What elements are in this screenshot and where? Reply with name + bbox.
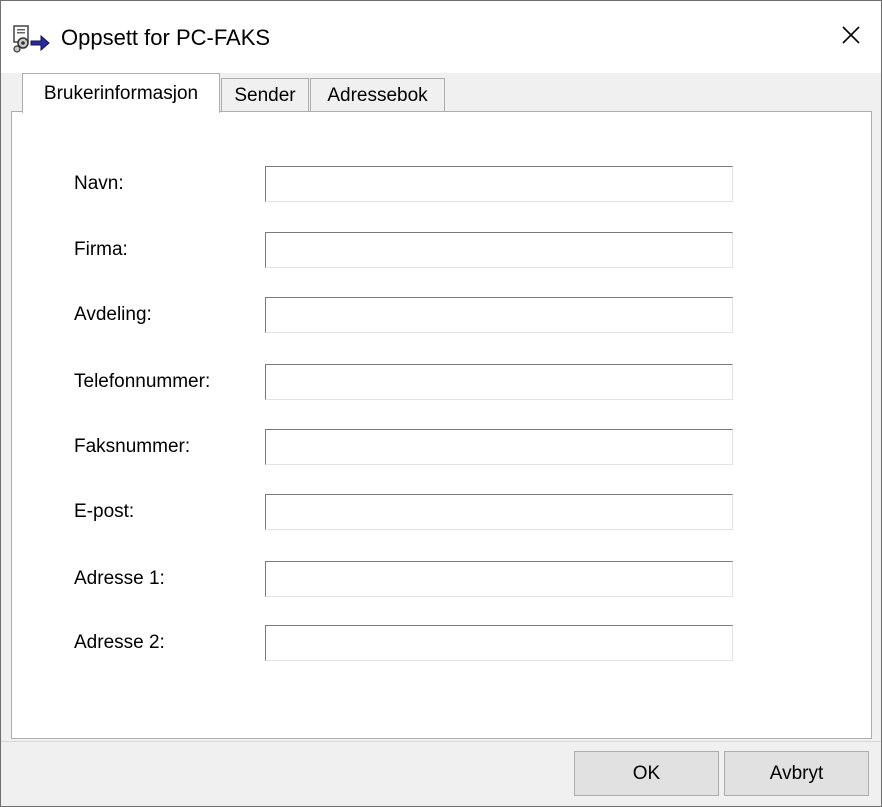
ok-button[interactable]: OK bbox=[574, 751, 719, 796]
window-title: Oppsett for PC-FAKS bbox=[61, 25, 271, 50]
cancel-button[interactable]: Avbryt bbox=[724, 751, 869, 796]
department-input[interactable] bbox=[265, 297, 733, 333]
divider bbox=[1, 741, 881, 742]
address2-input[interactable] bbox=[265, 625, 733, 661]
fax-number-label: Faksnummer: bbox=[74, 436, 191, 457]
fax-number-input[interactable] bbox=[265, 429, 733, 465]
tab-brukerinformasjon[interactable]: Brukerinformasjon bbox=[22, 73, 220, 113]
name-label: Navn: bbox=[74, 173, 124, 194]
address1-label: Adresse 1: bbox=[74, 568, 165, 589]
address2-label: Adresse 2: bbox=[74, 632, 165, 653]
tab-sender[interactable]: Sender bbox=[221, 78, 309, 112]
phone-label: Telefonnummer: bbox=[74, 371, 211, 392]
phone-input[interactable] bbox=[265, 364, 733, 400]
close-button[interactable] bbox=[821, 1, 881, 73]
pc-fax-setup-dialog: Oppsett for PC-FAKS Brukerinformasjon Se… bbox=[0, 0, 882, 807]
user-info-panel: Navn: Firma: Avdeling: Telefonnummer: Fa… bbox=[11, 111, 872, 739]
tab-adressebok[interactable]: Adressebok bbox=[310, 78, 445, 112]
address1-input[interactable] bbox=[265, 561, 733, 597]
name-input[interactable] bbox=[265, 166, 733, 202]
tab-strip: Brukerinformasjon Sender Adressebok bbox=[1, 73, 881, 113]
company-label: Firma: bbox=[74, 239, 128, 260]
company-input[interactable] bbox=[265, 232, 733, 268]
fax-setup-icon bbox=[11, 23, 51, 55]
email-label: E-post: bbox=[74, 501, 135, 522]
title-bar[interactable]: Oppsett for PC-FAKS bbox=[1, 1, 881, 73]
email-input[interactable] bbox=[265, 494, 733, 530]
close-icon bbox=[840, 24, 862, 51]
department-label: Avdeling: bbox=[74, 304, 152, 325]
